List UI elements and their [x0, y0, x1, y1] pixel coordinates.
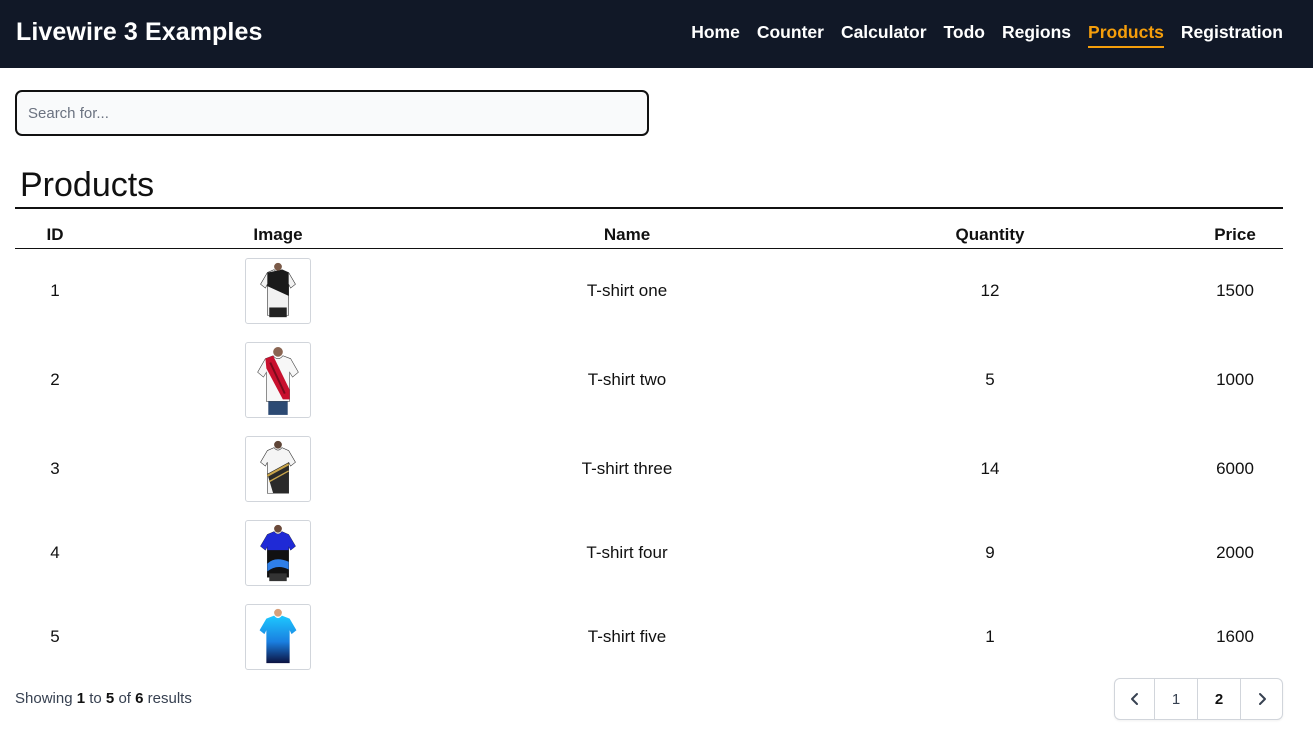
top-navbar: Livewire 3 Examples Home Counter Calcula…: [0, 0, 1313, 68]
pagination: 1 2: [1114, 678, 1283, 720]
page-2-button[interactable]: 2: [1198, 679, 1241, 719]
results-summary: Showing 1 to 5 of 6 results: [15, 690, 192, 707]
summary-from: 1: [76, 690, 86, 707]
chevron-left-icon: [1130, 693, 1138, 705]
brand-title[interactable]: Livewire 3 Examples: [16, 18, 262, 47]
cell-price: 1600: [1216, 626, 1254, 646]
table-row: 1 T-shirt one 12 1500: [15, 248, 1283, 333]
products-table: ID Image Name Quantity Price 1 T-shirt o…: [15, 222, 1283, 679]
cell-image: [95, 248, 461, 333]
tshirt-cyan-navy-image: [245, 603, 311, 670]
cell-id: 1: [50, 280, 60, 300]
title-divider: [15, 207, 1283, 209]
header-id[interactable]: ID: [15, 222, 95, 249]
cell-price: 2000: [1216, 542, 1254, 562]
summary-suffix: results: [147, 690, 192, 707]
next-page-button[interactable]: [1241, 679, 1282, 719]
cell-quantity: 9: [985, 542, 995, 562]
summary-of-word: of: [118, 690, 131, 707]
cell-name: T-shirt one: [586, 280, 668, 300]
cell-price: 6000: [1216, 458, 1254, 478]
summary-prefix: Showing: [15, 690, 73, 707]
cell-name: T-shirt two: [587, 369, 667, 389]
cell-id: 5: [50, 626, 60, 646]
header-quantity[interactable]: Quantity: [793, 222, 1187, 249]
page-1-button[interactable]: 1: [1155, 679, 1198, 719]
cell-price: 1500: [1216, 280, 1254, 300]
cell-image: [95, 511, 461, 594]
nav-products[interactable]: Products: [1088, 21, 1164, 48]
page-title: Products: [20, 166, 155, 204]
chevron-right-icon: [1258, 693, 1266, 705]
header-price[interactable]: Price: [1187, 222, 1283, 249]
table-row: 3 T-shirt three 14 6000: [15, 426, 1283, 511]
table-row: 2 T-shirt two 5 1000: [15, 333, 1283, 426]
nav-home[interactable]: Home: [691, 21, 740, 48]
cell-image: [95, 594, 461, 679]
cell-quantity: 5: [985, 369, 995, 389]
main-nav: Home Counter Calculator Todo Regions Pro…: [691, 21, 1283, 48]
cell-image: [95, 333, 461, 426]
cell-id: 2: [50, 369, 60, 389]
cell-image: [95, 426, 461, 511]
nav-registration[interactable]: Registration: [1181, 21, 1283, 48]
nav-counter[interactable]: Counter: [757, 21, 824, 48]
cell-quantity: 12: [980, 280, 1000, 300]
header-name[interactable]: Name: [461, 222, 793, 249]
search-input[interactable]: [15, 90, 649, 136]
nav-regions[interactable]: Regions: [1002, 21, 1071, 48]
cell-name: T-shirt three: [581, 458, 673, 478]
summary-to-word: to: [89, 690, 102, 707]
tshirt-white-gold-image: [245, 435, 311, 502]
tshirt-red-white-image: [245, 341, 311, 418]
nav-todo[interactable]: Todo: [944, 21, 985, 48]
cell-price: 1000: [1216, 369, 1254, 389]
tshirt-black-white-image: [245, 257, 311, 324]
nav-calculator[interactable]: Calculator: [841, 21, 927, 48]
tshirt-blue-black-image: [245, 519, 311, 586]
summary-total: 6: [135, 690, 144, 707]
previous-page-button[interactable]: [1115, 679, 1155, 719]
cell-quantity: 14: [980, 458, 1000, 478]
table-header-row: ID Image Name Quantity Price: [15, 222, 1283, 249]
table-row: 5 T-shirt five 1 1600: [15, 594, 1283, 679]
cell-quantity: 1: [985, 626, 995, 646]
table-row: 4 T-shirt four 9 2000: [15, 511, 1283, 594]
cell-name: T-shirt four: [586, 542, 668, 562]
cell-name: T-shirt five: [587, 626, 667, 646]
summary-to: 5: [105, 690, 115, 707]
cell-id: 4: [50, 542, 60, 562]
cell-id: 3: [50, 458, 60, 478]
header-image: Image: [95, 222, 461, 249]
